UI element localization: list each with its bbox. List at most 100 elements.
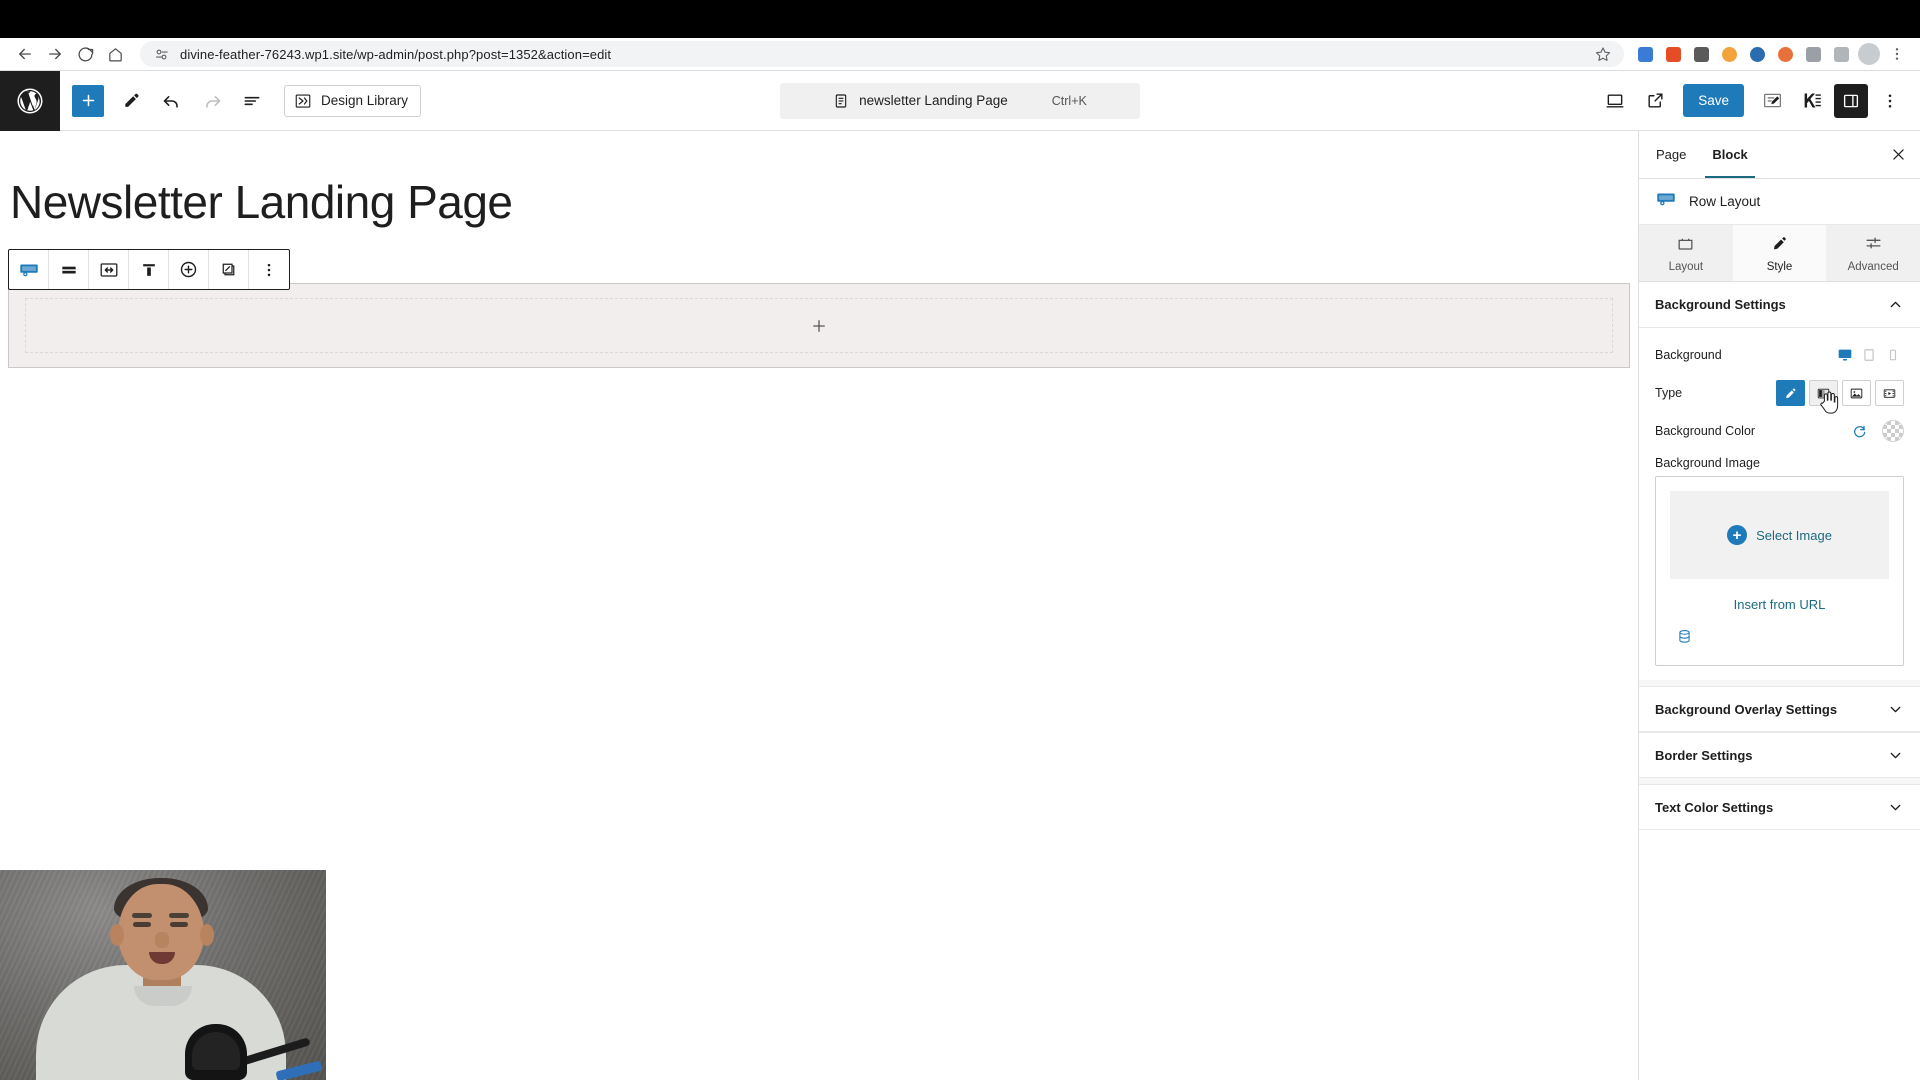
list-view-icon[interactable] xyxy=(234,83,270,119)
panel-border-settings-header[interactable]: Border Settings xyxy=(1639,732,1920,778)
panel-text-color-settings-header[interactable]: Text Color Settings xyxy=(1639,784,1920,830)
extension-icons xyxy=(1632,41,1910,67)
background-type-group xyxy=(1776,380,1904,414)
tab-advanced-label: Advanced xyxy=(1847,260,1899,273)
undo-icon[interactable] xyxy=(154,83,190,119)
block-options-icon[interactable] xyxy=(249,250,289,289)
extension-icon-1[interactable] xyxy=(1632,41,1658,67)
mobile-icon[interactable] xyxy=(1882,344,1904,366)
home-icon[interactable] xyxy=(100,40,130,68)
extension-icon-8[interactable] xyxy=(1828,41,1854,67)
panel-background-overlay-settings-title: Background Overlay Settings xyxy=(1655,701,1838,717)
back-icon[interactable] xyxy=(10,40,40,68)
chevron-down-icon xyxy=(1887,747,1904,764)
media-library-icon[interactable] xyxy=(1670,620,1889,651)
device-preview-icon[interactable] xyxy=(1597,83,1633,119)
panel-background-settings-body: Background Type Background Color Backgro… xyxy=(1639,328,1920,680)
background-image-label: Background Image xyxy=(1655,456,1760,470)
redo-icon[interactable] xyxy=(194,83,230,119)
extension-icon-7[interactable] xyxy=(1800,41,1826,67)
background-image-control: + Select Image Insert from URL xyxy=(1655,476,1904,666)
panel-background-settings-title: Background Settings xyxy=(1655,297,1786,312)
background-label: Background xyxy=(1655,348,1722,362)
background-color-swatch[interactable] xyxy=(1882,420,1904,442)
sidebar-mode-tabs: Layout Style Advanced xyxy=(1639,225,1920,282)
browser-menu-icon[interactable] xyxy=(1884,41,1910,67)
insert-from-url-link[interactable]: Insert from URL xyxy=(1670,579,1889,620)
row-layout-block-icon xyxy=(1655,188,1677,215)
command-center-button[interactable]: newsletter Landing Page Ctrl+K xyxy=(780,82,1140,119)
forward-icon[interactable] xyxy=(40,40,70,68)
tab-page[interactable]: Page xyxy=(1643,131,1699,178)
edit-post-icon[interactable] xyxy=(1754,83,1790,119)
selected-block-info: Row Layout xyxy=(1639,179,1920,225)
extension-icon-5[interactable] xyxy=(1744,41,1770,67)
color-type-button[interactable] xyxy=(1776,380,1805,406)
document-title: newsletter Landing Page xyxy=(859,93,1008,108)
page-title[interactable]: Newsletter Landing Page xyxy=(0,131,1638,228)
tools-pencil-icon[interactable] xyxy=(114,83,150,119)
extension-icon-6[interactable] xyxy=(1772,41,1798,67)
design-library-label: Design Library xyxy=(321,93,409,108)
tablet-icon[interactable] xyxy=(1858,344,1880,366)
reset-icon[interactable] xyxy=(1850,421,1870,441)
editor-canvas[interactable]: Newsletter Landing Page xyxy=(0,131,1638,1080)
command-shortcut: Ctrl+K xyxy=(1051,93,1087,108)
image-type-button[interactable] xyxy=(1842,380,1871,406)
kebab-menu-icon[interactable] xyxy=(1872,83,1908,119)
select-image-dropzone[interactable]: + Select Image xyxy=(1670,491,1889,579)
row-layout-block[interactable] xyxy=(8,283,1630,368)
site-settings-icon[interactable] xyxy=(152,45,170,63)
layout-box-icon xyxy=(1676,234,1695,256)
browser-toolbar: divine-feather-76243.wp1.site/wp-admin/p… xyxy=(0,38,1920,70)
presenter-webcam-video xyxy=(0,870,326,1080)
background-device-row: Background xyxy=(1655,338,1904,372)
tab-style-label: Style xyxy=(1766,260,1793,273)
background-color-row: Background Color xyxy=(1655,414,1904,448)
panel-background-settings-header[interactable]: Background Settings xyxy=(1639,282,1920,328)
add-block-button[interactable] xyxy=(72,84,104,117)
plus-circle-icon: + xyxy=(1727,525,1748,545)
close-icon[interactable] xyxy=(1880,137,1916,173)
select-image-label: Select Image xyxy=(1756,527,1832,543)
profile-avatar[interactable] xyxy=(1856,41,1882,67)
block-name-label: Row Layout xyxy=(1689,194,1761,209)
external-link-icon[interactable] xyxy=(1637,83,1673,119)
vertical-align-icon[interactable] xyxy=(129,250,169,289)
wordpress-logo-icon[interactable] xyxy=(0,70,60,131)
panel-border-settings-title: Border Settings xyxy=(1655,747,1753,763)
star-icon[interactable] xyxy=(1594,45,1612,63)
align-icon[interactable] xyxy=(49,250,89,289)
header-right-tools: Save xyxy=(1597,83,1920,119)
tab-block[interactable]: Block xyxy=(1699,131,1760,178)
save-button[interactable]: Save xyxy=(1683,84,1744,117)
panel-text-color-settings-title: Text Color Settings xyxy=(1655,799,1774,815)
sidebar-tabs: Page Block xyxy=(1639,131,1920,179)
row-layout-block-icon[interactable] xyxy=(9,250,49,289)
header-left-tools: Design Library xyxy=(60,83,422,119)
extension-icon-2[interactable] xyxy=(1660,41,1686,67)
gradient-type-button[interactable] xyxy=(1809,380,1839,414)
desktop-icon[interactable] xyxy=(1834,344,1856,366)
document-bar: newsletter Landing Page Ctrl+K xyxy=(780,82,1140,119)
duplicate-pattern-icon[interactable] xyxy=(209,250,249,289)
document-icon xyxy=(833,93,849,109)
background-color-label: Background Color xyxy=(1655,424,1756,438)
chevron-down-icon xyxy=(1887,799,1904,816)
full-width-icon[interactable] xyxy=(89,250,129,289)
tab-layout[interactable]: Layout xyxy=(1639,225,1733,281)
kadence-icon[interactable] xyxy=(1794,83,1830,119)
panel-background-overlay-settings-header[interactable]: Background Overlay Settings xyxy=(1639,686,1920,732)
tab-style[interactable]: Style xyxy=(1732,225,1827,281)
video-type-button[interactable] xyxy=(1875,380,1904,406)
settings-sidebar-icon[interactable] xyxy=(1834,83,1868,118)
block-appender-button[interactable] xyxy=(807,314,831,338)
add-column-icon[interactable] xyxy=(169,250,209,289)
tab-advanced[interactable]: Advanced xyxy=(1826,225,1920,281)
extension-icon-3[interactable] xyxy=(1688,41,1714,67)
url-text: divine-feather-76243.wp1.site/wp-admin/p… xyxy=(180,46,612,62)
extension-icon-4[interactable] xyxy=(1716,41,1742,67)
reload-icon[interactable] xyxy=(70,40,100,68)
design-library-button[interactable]: Design Library xyxy=(284,84,422,117)
address-bar[interactable]: divine-feather-76243.wp1.site/wp-admin/p… xyxy=(140,41,1624,67)
